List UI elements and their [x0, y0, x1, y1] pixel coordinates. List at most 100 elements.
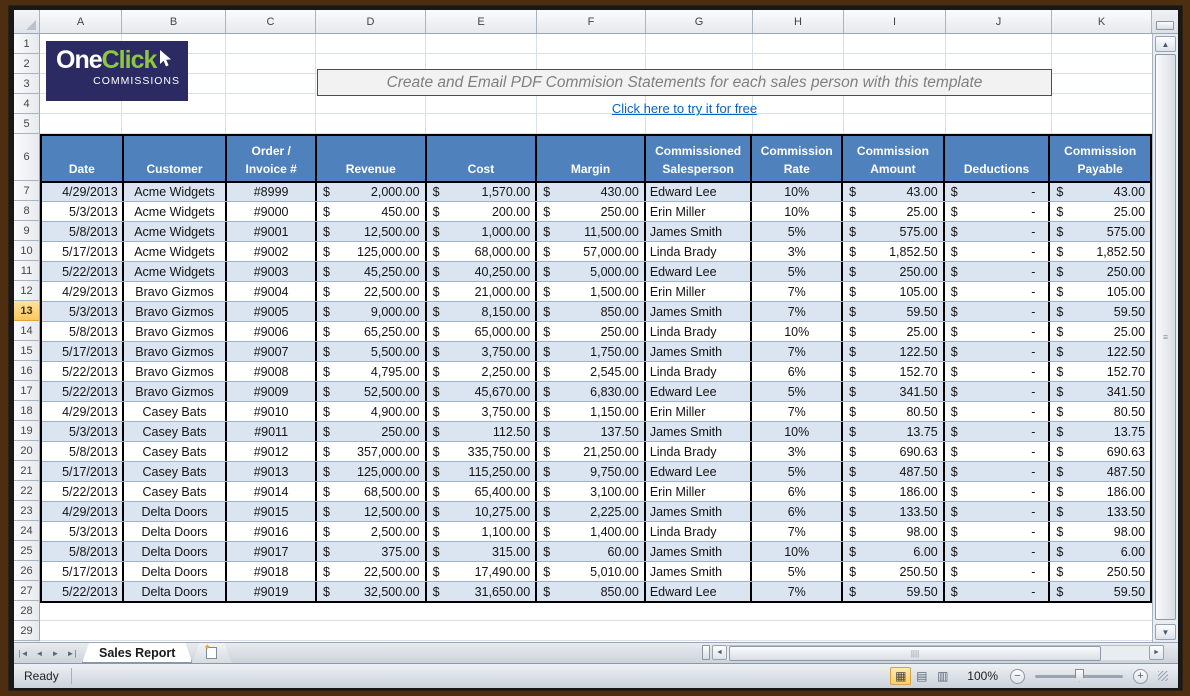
cell-deductions[interactable]: $-: [945, 282, 1051, 301]
cell-revenue[interactable]: $9,000.00: [317, 302, 427, 321]
cell-margin[interactable]: $11,500.00: [537, 222, 646, 241]
cell-salesperson[interactable]: James Smith: [646, 542, 753, 561]
cell-cost[interactable]: $3,750.00: [427, 402, 538, 421]
row-header-27[interactable]: 27: [14, 581, 40, 601]
row-header-4[interactable]: 4: [14, 94, 40, 114]
cell-revenue[interactable]: $32,500.00: [317, 582, 427, 601]
cell-salesperson[interactable]: Erin Miller: [646, 202, 753, 221]
row-header-21[interactable]: 21: [14, 461, 40, 481]
cell-amount[interactable]: $59.50: [843, 302, 945, 321]
cell-salesperson[interactable]: Edward Lee: [646, 462, 753, 481]
cell-amount[interactable]: $6.00: [843, 542, 945, 561]
cell-deductions[interactable]: $-: [945, 362, 1051, 381]
header-payable[interactable]: Commission Payable: [1050, 136, 1150, 181]
cell-payable[interactable]: $98.00: [1050, 522, 1150, 541]
cell-payable[interactable]: $6.00: [1050, 542, 1150, 561]
cell-deductions[interactable]: $-: [945, 222, 1051, 241]
column-header-A[interactable]: A: [40, 10, 122, 33]
column-header-G[interactable]: G: [646, 10, 753, 33]
cell-margin[interactable]: $60.00: [537, 542, 646, 561]
cell-deductions[interactable]: $-: [945, 542, 1051, 561]
cell-cost[interactable]: $45,670.00: [427, 382, 538, 401]
cell-order[interactable]: #9018: [227, 562, 317, 581]
row-header-20[interactable]: 20: [14, 441, 40, 461]
cell-customer[interactable]: Casey Bats: [124, 462, 228, 481]
cell-margin[interactable]: $2,545.00: [537, 362, 646, 381]
cell-rate[interactable]: 7%: [752, 342, 843, 361]
row-header-8[interactable]: 8: [14, 201, 40, 221]
cell-cost[interactable]: $200.00: [427, 202, 538, 221]
cell-salesperson[interactable]: Linda Brady: [646, 242, 753, 261]
row-header-6[interactable]: 6: [14, 134, 40, 181]
cell-payable[interactable]: $25.00: [1050, 322, 1150, 341]
cell-cost[interactable]: $10,275.00: [427, 502, 538, 521]
scroll-right-icon[interactable]: ►: [1149, 645, 1164, 660]
row-header-11[interactable]: 11: [14, 261, 40, 281]
sheet-grid[interactable]: OneClick COMMISSIONS Create and Email PD…: [40, 34, 1152, 642]
cell-deductions[interactable]: $-: [945, 502, 1051, 521]
normal-view-icon[interactable]: ▦: [890, 667, 911, 685]
cell-cost[interactable]: $1,000.00: [427, 222, 538, 241]
cell-date[interactable]: 5/22/2013: [42, 362, 124, 381]
next-sheet-icon[interactable]: ►: [49, 647, 62, 660]
row-header-25[interactable]: 25: [14, 541, 40, 561]
cell-deductions[interactable]: $-: [945, 202, 1051, 221]
cell-revenue[interactable]: $5,500.00: [317, 342, 427, 361]
cell-rate[interactable]: 5%: [752, 462, 843, 481]
cell-deductions[interactable]: $-: [945, 442, 1051, 461]
cell-cost[interactable]: $65,000.00: [427, 322, 538, 341]
cell-customer[interactable]: Delta Doors: [124, 502, 228, 521]
scroll-up-icon[interactable]: ▲: [1155, 36, 1176, 52]
cell-deductions[interactable]: $-: [945, 302, 1051, 321]
cell-order[interactable]: #9010: [227, 402, 317, 421]
cell-margin[interactable]: $1,500.00: [537, 282, 646, 301]
cell-salesperson[interactable]: James Smith: [646, 222, 753, 241]
cell-deductions[interactable]: $-: [945, 562, 1051, 581]
tab-sales-report[interactable]: Sales Report: [82, 643, 192, 663]
cell-salesperson[interactable]: James Smith: [646, 342, 753, 361]
cell-cost[interactable]: $1,570.00: [427, 183, 538, 201]
cell-rate[interactable]: 5%: [752, 262, 843, 281]
cell-cost[interactable]: $68,000.00: [427, 242, 538, 261]
column-header-D[interactable]: D: [316, 10, 426, 33]
cell-payable[interactable]: $13.75: [1050, 422, 1150, 441]
cell-cost[interactable]: $112.50: [427, 422, 538, 441]
cell-payable[interactable]: $250.50: [1050, 562, 1150, 581]
cell-date[interactable]: 5/17/2013: [42, 462, 124, 481]
horizontal-scroll-thumb[interactable]: ||||: [729, 646, 1101, 661]
cell-order[interactable]: #9013: [227, 462, 317, 481]
cell-order[interactable]: #9004: [227, 282, 317, 301]
cell-revenue[interactable]: $2,000.00: [317, 183, 427, 201]
horizontal-scrollbar[interactable]: ◄ |||| ►: [702, 644, 1164, 661]
cell-order[interactable]: #9007: [227, 342, 317, 361]
column-header-C[interactable]: C: [226, 10, 316, 33]
cell-salesperson[interactable]: Erin Miller: [646, 282, 753, 301]
vertical-scrollbar[interactable]: ▲ ≡ ▼: [1152, 34, 1178, 642]
cell-date[interactable]: 4/29/2013: [42, 502, 124, 521]
cell-revenue[interactable]: $125,000.00: [317, 242, 427, 261]
row-header-17[interactable]: 17: [14, 381, 40, 401]
cell-date[interactable]: 5/17/2013: [42, 342, 124, 361]
cell-date[interactable]: 5/22/2013: [42, 582, 124, 601]
cell-cost[interactable]: $335,750.00: [427, 442, 538, 461]
cell-customer[interactable]: Acme Widgets: [124, 222, 228, 241]
cell-rate[interactable]: 10%: [752, 322, 843, 341]
cell-revenue[interactable]: $4,900.00: [317, 402, 427, 421]
scroll-left-icon[interactable]: ◄: [712, 645, 727, 660]
cell-customer[interactable]: Bravo Gizmos: [124, 282, 228, 301]
cell-payable[interactable]: $152.70: [1050, 362, 1150, 381]
cell-margin[interactable]: $850.00: [537, 582, 646, 601]
cell-revenue[interactable]: $68,500.00: [317, 482, 427, 501]
cell-cost[interactable]: $1,100.00: [427, 522, 538, 541]
cell-salesperson[interactable]: Edward Lee: [646, 183, 753, 201]
row-header-15[interactable]: 15: [14, 341, 40, 361]
cell-amount[interactable]: $122.50: [843, 342, 945, 361]
row-header-23[interactable]: 23: [14, 501, 40, 521]
insert-worksheet-tab[interactable]: [192, 643, 231, 663]
cell-rate[interactable]: 5%: [752, 222, 843, 241]
cell-deductions[interactable]: $-: [945, 342, 1051, 361]
cell-margin[interactable]: $1,750.00: [537, 342, 646, 361]
row-header-13[interactable]: 13: [14, 301, 40, 321]
cell-amount[interactable]: $25.00: [843, 322, 945, 341]
cell-date[interactable]: 5/8/2013: [42, 322, 124, 341]
